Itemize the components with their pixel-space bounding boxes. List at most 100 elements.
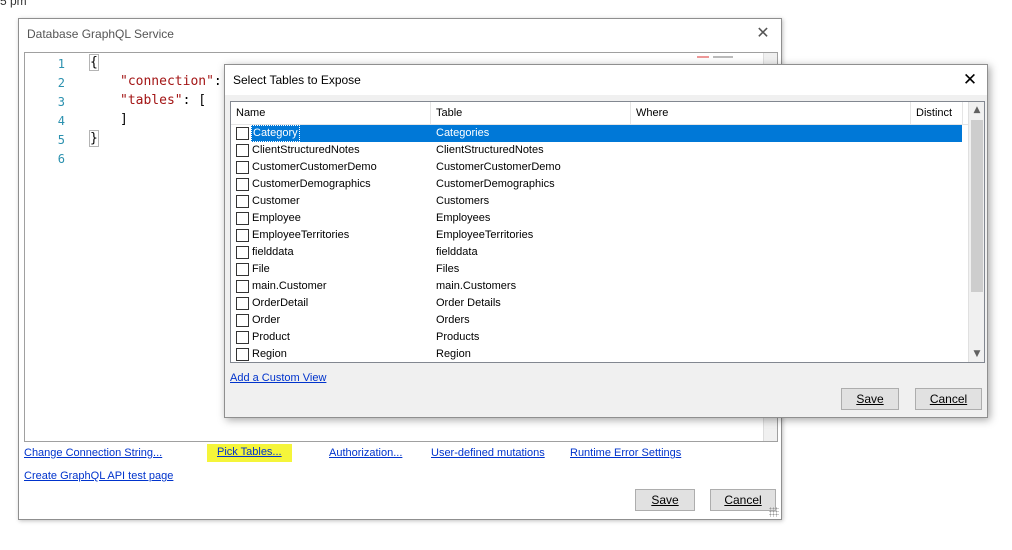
row-name: CustomerDemographics <box>252 178 371 190</box>
authorization-link[interactable]: Authorization... <box>329 447 402 459</box>
row-name: main.Customer <box>252 280 327 292</box>
table-row[interactable]: Customer Customers <box>231 193 969 210</box>
row-name: CustomerCustomerDemo <box>252 161 377 173</box>
code-line-3: "tables": [ <box>120 93 206 108</box>
grid-header: Name Table Where Distinct <box>231 102 969 125</box>
dialog-title: Select Tables to Expose <box>233 73 361 87</box>
main-cancel-button[interactable]: Cancel <box>710 489 776 511</box>
row-table: Products <box>436 331 480 343</box>
row-table: Categories <box>436 125 490 142</box>
main-save-button[interactable]: Save <box>635 489 695 511</box>
change-connection-link[interactable]: Change Connection String... <box>24 447 162 459</box>
table-row[interactable]: Region Region <box>231 346 969 362</box>
table-row[interactable]: ClientStructuredNotes ClientStructuredNot… <box>231 142 969 159</box>
code-line-5: } <box>89 130 99 147</box>
expose-checkbox[interactable] <box>236 195 249 208</box>
row-table: Employees <box>436 212 491 224</box>
expose-checkbox[interactable] <box>236 246 249 259</box>
row-name: fielddata <box>252 246 294 258</box>
row-table: Customers <box>436 195 490 207</box>
create-test-page-link[interactable]: Create GraphQL API test page <box>24 470 173 482</box>
tables-grid[interactable]: Name Table Where Distinct Category Categ… <box>230 101 985 363</box>
close-icon[interactable]: ✕ <box>959 69 981 91</box>
expose-checkbox[interactable] <box>236 144 249 157</box>
resize-grip-icon[interactable] <box>769 507 779 517</box>
close-icon[interactable]: ✕ <box>753 23 773 43</box>
tables-open: : [ <box>182 93 207 108</box>
connection-key: "connection" <box>120 74 214 89</box>
save-label: Save <box>856 392 884 406</box>
row-table: Order Details <box>436 297 501 309</box>
expose-checkbox[interactable] <box>236 161 249 174</box>
line-number: 3 <box>57 95 65 109</box>
user-mutations-link[interactable]: User-defined mutations <box>431 447 545 459</box>
table-row[interactable]: main.Customer main.Customers <box>231 278 969 295</box>
window-title: Database GraphQL Service <box>27 27 174 41</box>
line-number: 6 <box>57 152 65 166</box>
table-row[interactable]: Product Products <box>231 329 969 346</box>
row-name: File <box>252 263 270 275</box>
table-row[interactable]: Category Categories <box>231 125 969 142</box>
dialog-cancel-button[interactable]: Cancel <box>915 388 982 410</box>
expose-checkbox[interactable] <box>236 314 249 327</box>
code-line-2: "connection": <box>120 74 222 89</box>
scroll-thumb[interactable] <box>971 120 983 292</box>
close-brace: } <box>89 130 99 147</box>
table-row[interactable]: Order Orders <box>231 312 969 329</box>
table-row[interactable]: fielddata fielddata <box>231 244 969 261</box>
save-label: Save <box>651 493 679 507</box>
row-name: Order <box>252 314 281 326</box>
column-header-table[interactable]: Table <box>431 102 631 125</box>
grid-scrollbar[interactable]: ▲ ▼ <box>968 102 984 362</box>
column-header-name[interactable]: Name <box>231 102 431 125</box>
table-row[interactable]: CustomerCustomerDemo CustomerCustomerDemo <box>231 159 969 176</box>
column-header-distinct[interactable]: Distinct <box>911 102 963 125</box>
expose-checkbox[interactable] <box>236 348 249 361</box>
row-table: Region <box>436 348 471 360</box>
cancel-label: Cancel <box>929 392 968 406</box>
expose-checkbox[interactable] <box>236 331 249 344</box>
selection-highlight <box>251 125 962 142</box>
open-brace: { <box>89 54 99 71</box>
scroll-up-icon[interactable]: ▲ <box>969 102 984 118</box>
expose-checkbox[interactable] <box>236 280 249 293</box>
column-header-where[interactable]: Where <box>631 102 911 125</box>
pick-tables-link[interactable]: Pick Tables... <box>207 444 292 462</box>
row-table: CustomerCustomerDemo <box>436 161 561 173</box>
line-number: 1 <box>57 57 65 71</box>
row-table: CustomerDemographics <box>436 178 555 190</box>
row-name: Customer <box>252 195 300 207</box>
row-table: ClientStructuredNotes <box>436 144 544 156</box>
expose-checkbox[interactable] <box>236 297 249 310</box>
expose-checkbox[interactable] <box>236 127 249 140</box>
expose-checkbox[interactable] <box>236 212 249 225</box>
grid-rows: Category Categories ClientStructuredNote… <box>231 125 969 362</box>
tables-key: "tables" <box>120 93 183 108</box>
scroll-down-icon[interactable]: ▼ <box>969 346 984 362</box>
dialog-titlebar: Select Tables to Expose ✕ <box>225 65 987 95</box>
code-line-1: { <box>89 54 99 71</box>
table-row[interactable]: Employee Employees <box>231 210 969 227</box>
cancel-label: Cancel <box>724 493 762 507</box>
expose-checkbox[interactable] <box>236 229 249 242</box>
expose-checkbox[interactable] <box>236 178 249 191</box>
select-tables-dialog: Select Tables to Expose ✕ Name Table Whe… <box>224 64 988 418</box>
runtime-errors-link[interactable]: Runtime Error Settings <box>570 447 681 459</box>
table-row[interactable]: CustomerDemographics CustomerDemographics <box>231 176 969 193</box>
line-number: 4 <box>57 114 65 128</box>
line-number: 2 <box>57 76 65 90</box>
add-custom-view-link[interactable]: Add a Custom View <box>230 372 326 384</box>
row-name: EmployeeTerritories <box>252 229 350 241</box>
code-line-4: ] <box>120 112 128 127</box>
table-row[interactable]: File Files <box>231 261 969 278</box>
dialog-save-button[interactable]: Save <box>841 388 899 410</box>
table-row[interactable]: EmployeeTerritories EmployeeTerritories <box>231 227 969 244</box>
colon: : <box>213 74 222 89</box>
action-links: Change Connection String... Pick Tables.… <box>24 444 778 465</box>
row-table: Orders <box>436 314 470 326</box>
row-table: Files <box>436 263 460 275</box>
expose-checkbox[interactable] <box>236 263 249 276</box>
row-table: EmployeeTerritories <box>436 229 534 241</box>
row-table: fielddata <box>436 246 478 258</box>
table-row[interactable]: OrderDetail Order Details <box>231 295 969 312</box>
